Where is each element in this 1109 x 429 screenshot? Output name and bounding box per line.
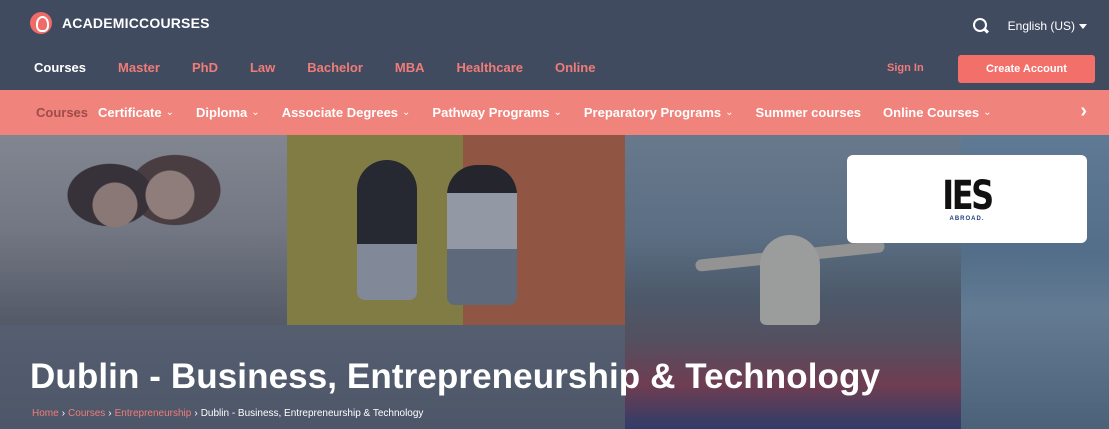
site-logo[interactable]: ACADEMICCOURSES [30,12,210,34]
school-logo-card[interactable]: IES ABROAD. [847,155,1087,243]
sub-nav-label: Certificate [98,105,162,120]
language-label: English (US) [1007,19,1075,33]
breadcrumb-separator: › [61,408,66,419]
search-icon[interactable] [972,17,990,35]
main-nav-bachelor[interactable]: Bachelor [307,60,363,75]
sub-nav-preparatory-programs[interactable]: Preparatory Programs ⌄ [584,105,734,120]
breadcrumb-home[interactable]: Home [32,408,59,419]
chevron-down-icon: ⌄ [402,107,411,118]
language-select[interactable]: English (US) [1008,19,1087,33]
breadcrumb-separator: › [194,408,198,419]
site-name: ACADEMICCOURSES [62,15,210,31]
sub-nav-diploma[interactable]: Diploma ⌄ [196,105,260,120]
chevron-down-icon: ⌄ [725,107,734,118]
main-nav-online[interactable]: Online [555,60,595,75]
sub-nav-pathway-programs[interactable]: Pathway Programs ⌄ [432,105,561,120]
breadcrumb: Home › Courses › Entrepreneurship › Dubl… [32,408,423,419]
sub-nav-label: Associate Degrees [281,105,399,120]
sign-in-link[interactable]: Sign In [887,62,924,74]
breadcrumb-courses[interactable]: Courses [68,408,105,419]
sub-nav-label: Diploma [196,105,248,120]
sub-nav-courses[interactable]: Courses [36,105,88,120]
chevron-down-icon: ⌄ [251,107,260,118]
chevron-down-icon: ⌄ [165,107,174,118]
chevron-right-icon[interactable]: › [1080,100,1087,123]
hero-banner: IES ABROAD. Dublin - Business, Entrepren… [0,135,1109,429]
main-nav: Courses Master PhD Law Bachelor MBA Heal… [34,60,627,75]
sub-nav-online-courses[interactable]: Online Courses ⌄ [883,105,991,120]
chevron-down-icon: ⌄ [983,107,992,118]
breadcrumb-separator: › [108,408,112,419]
main-nav-law[interactable]: Law [250,60,275,75]
page-title: Dublin - Business, Entrepreneurship & Te… [30,357,881,396]
sub-nav-label: Online Courses [883,105,980,120]
main-nav-mba[interactable]: MBA [395,60,425,75]
main-nav-phd[interactable]: PhD [192,60,218,75]
sub-nav-label: Preparatory Programs [583,105,722,120]
main-nav-healthcare[interactable]: Healthcare [457,60,523,75]
header-tools: English (US) [972,17,1087,35]
caret-down-icon [1079,23,1087,29]
ies-abroad-logo: IES ABROAD. [936,176,998,222]
create-account-button[interactable]: Create Account [958,55,1095,83]
sub-nav-label: Pathway Programs [432,105,550,120]
sub-nav-label: Summer courses [755,105,862,120]
chevron-down-icon: ⌄ [553,107,562,118]
main-nav-courses[interactable]: Courses [34,60,86,75]
sub-nav-summer-courses[interactable]: Summer courses [756,105,862,120]
breadcrumb-entrepreneurship[interactable]: Entrepreneurship [115,408,192,419]
sub-nav: Courses Certificate ⌄ Diploma ⌄ Associat… [0,90,1109,135]
academiccourses-logo-icon [30,12,52,34]
breadcrumb-current: Dublin - Business, Entrepreneurship & Te… [200,408,424,419]
main-nav-master[interactable]: Master [118,60,160,75]
top-navbar: ACADEMICCOURSES English (US) Courses Mas… [0,0,1109,90]
sub-nav-associate-degrees[interactable]: Associate Degrees ⌄ [282,105,411,120]
school-logo-main: IES [942,173,994,219]
sub-nav-certificate[interactable]: Certificate ⌄ [98,105,174,120]
